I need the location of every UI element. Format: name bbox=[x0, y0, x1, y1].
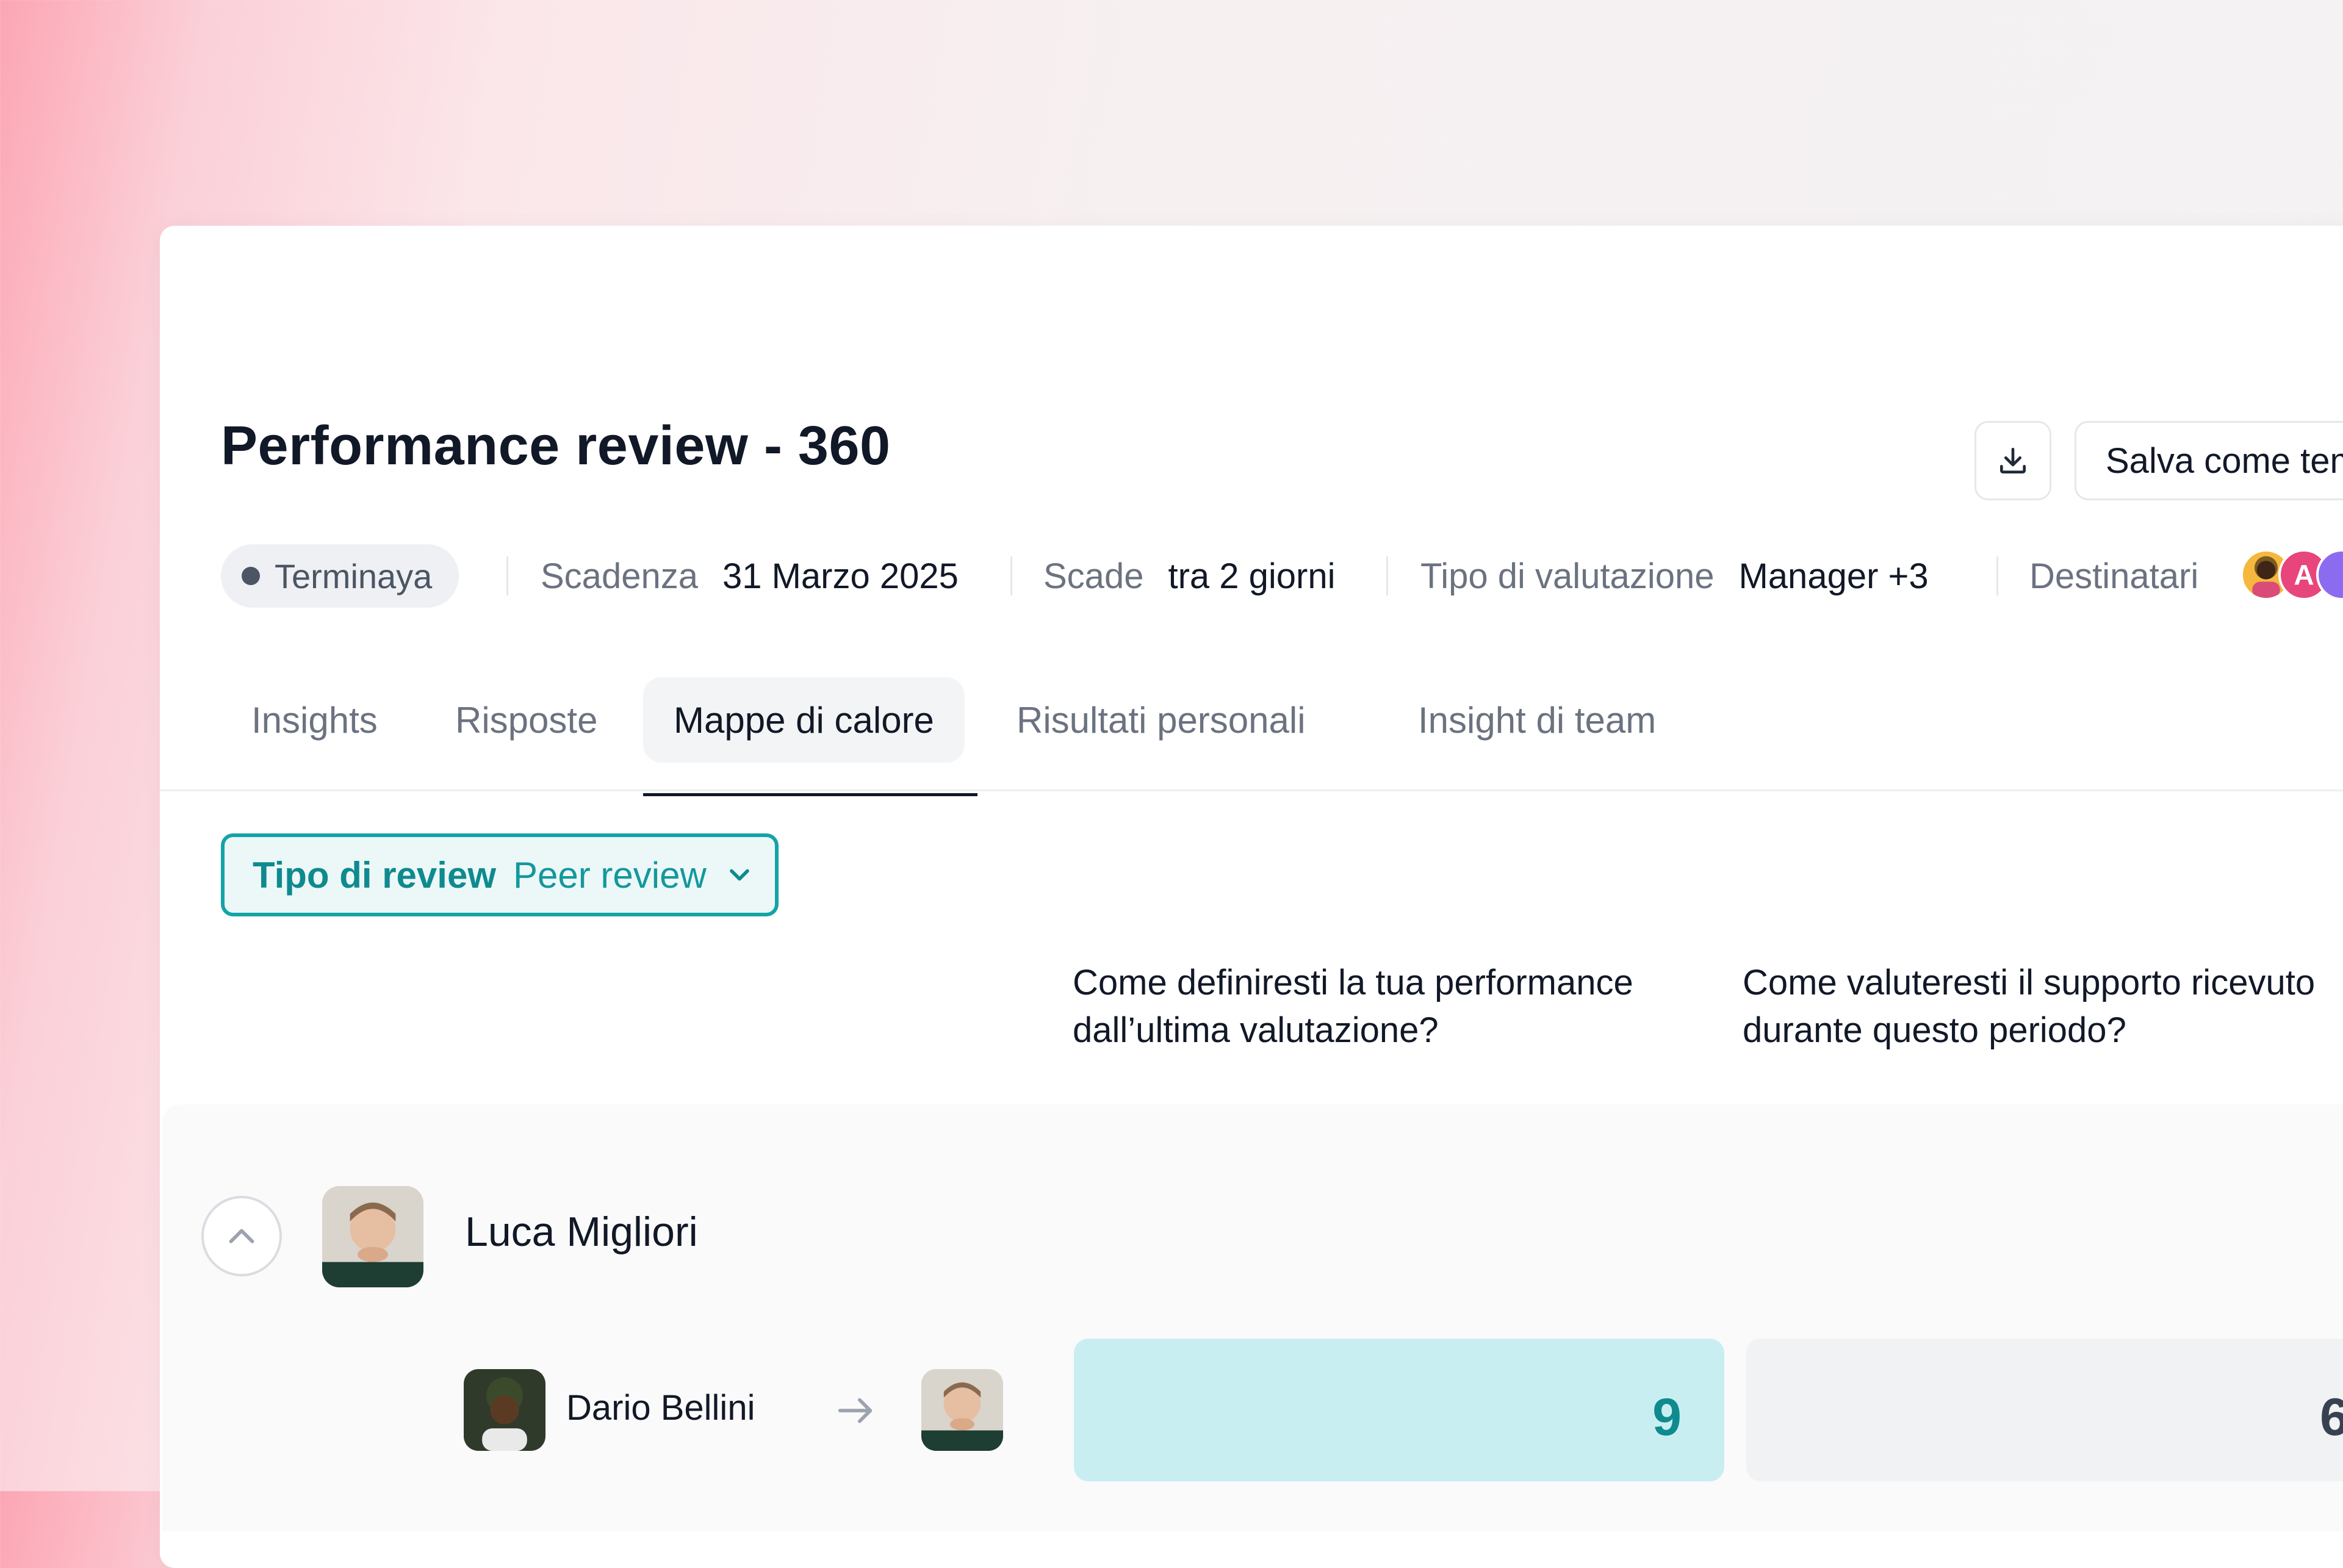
review-type-value: Peer review bbox=[513, 854, 707, 896]
question-line: durante questo periodo? bbox=[1743, 1010, 2126, 1050]
expires-label: Scade bbox=[1043, 556, 1144, 596]
status-badge: Terminaya bbox=[221, 544, 459, 608]
question-header: Come definiresti la tua performance dall… bbox=[1073, 959, 1719, 1054]
heatmap-cell-value: 9 bbox=[1652, 1388, 1682, 1447]
eval-type-value: Manager +3 bbox=[1738, 556, 1929, 596]
divider bbox=[1386, 556, 1388, 595]
download-icon bbox=[2000, 448, 2026, 473]
eval-type-label: Tipo di valutazione bbox=[1420, 556, 1715, 596]
status-dot-icon bbox=[242, 567, 260, 585]
arrow-right-icon bbox=[838, 1398, 873, 1423]
tabs-divider bbox=[160, 789, 2343, 791]
avatar bbox=[464, 1369, 545, 1451]
recipients-meta: Destinatari bbox=[2029, 552, 2223, 600]
download-button[interactable] bbox=[1974, 421, 2051, 500]
active-tab-indicator bbox=[643, 793, 977, 796]
reviewer-name: Dario Bellini bbox=[566, 1388, 755, 1428]
avatar bbox=[921, 1369, 1003, 1451]
deadline-value: 31 Marzo 2025 bbox=[722, 556, 959, 596]
expires-value: tra 2 giorni bbox=[1168, 556, 1336, 596]
question-header: Come valuteresti il supporto ricevuto du… bbox=[1743, 959, 2343, 1054]
review-type-select[interactable]: Tipo di review Peer review bbox=[221, 833, 779, 916]
heatmap-cell[interactable]: 6 bbox=[1746, 1339, 2343, 1481]
divider bbox=[506, 556, 508, 595]
heatmap-cell-value: 6 bbox=[2320, 1388, 2343, 1447]
save-as-template-button[interactable]: Salva come template bbox=[2075, 421, 2343, 500]
review-type-label: Tipo di review bbox=[253, 854, 496, 896]
avatar bbox=[322, 1186, 423, 1287]
expires-meta: Scade tra 2 giorni bbox=[1043, 552, 1336, 600]
recipients-avatars[interactable]: A bbox=[2240, 549, 2343, 600]
divider bbox=[1996, 556, 1998, 595]
tab-insights[interactable]: Insights bbox=[221, 677, 408, 763]
question-line: Come valuteresti il supporto ricevuto bbox=[1743, 963, 2316, 1002]
reviewee-name: Luca Migliori bbox=[465, 1209, 698, 1255]
tab-risultati-personali[interactable]: Risultati personali bbox=[986, 677, 1336, 763]
eval-type-meta: Tipo di valutazione Manager +3 bbox=[1420, 552, 1929, 600]
divider bbox=[1010, 556, 1012, 595]
chevron-up-icon bbox=[229, 1229, 254, 1243]
tab-risposte[interactable]: Risposte bbox=[425, 677, 628, 763]
collapse-button[interactable] bbox=[201, 1196, 282, 1276]
recipients-label: Destinatari bbox=[2029, 556, 2199, 596]
deadline-meta: Scadenza 31 Marzo 2025 bbox=[541, 552, 959, 600]
status-label: Terminaya bbox=[275, 556, 433, 595]
deadline-label: Scadenza bbox=[541, 556, 698, 596]
heatmap-cell[interactable]: 9 bbox=[1074, 1339, 1724, 1481]
page-title: Performance review - 360 bbox=[221, 415, 891, 477]
tab-insight-di-team[interactable]: Insight di team bbox=[1387, 677, 1686, 763]
chevron-down-icon bbox=[729, 869, 749, 881]
tab-mappe-di-calore[interactable]: Mappe di calore bbox=[643, 677, 965, 763]
question-line: dall’ultima valutazione? bbox=[1073, 1010, 1439, 1050]
question-line: Come definiresti la tua performance bbox=[1073, 963, 1633, 1002]
